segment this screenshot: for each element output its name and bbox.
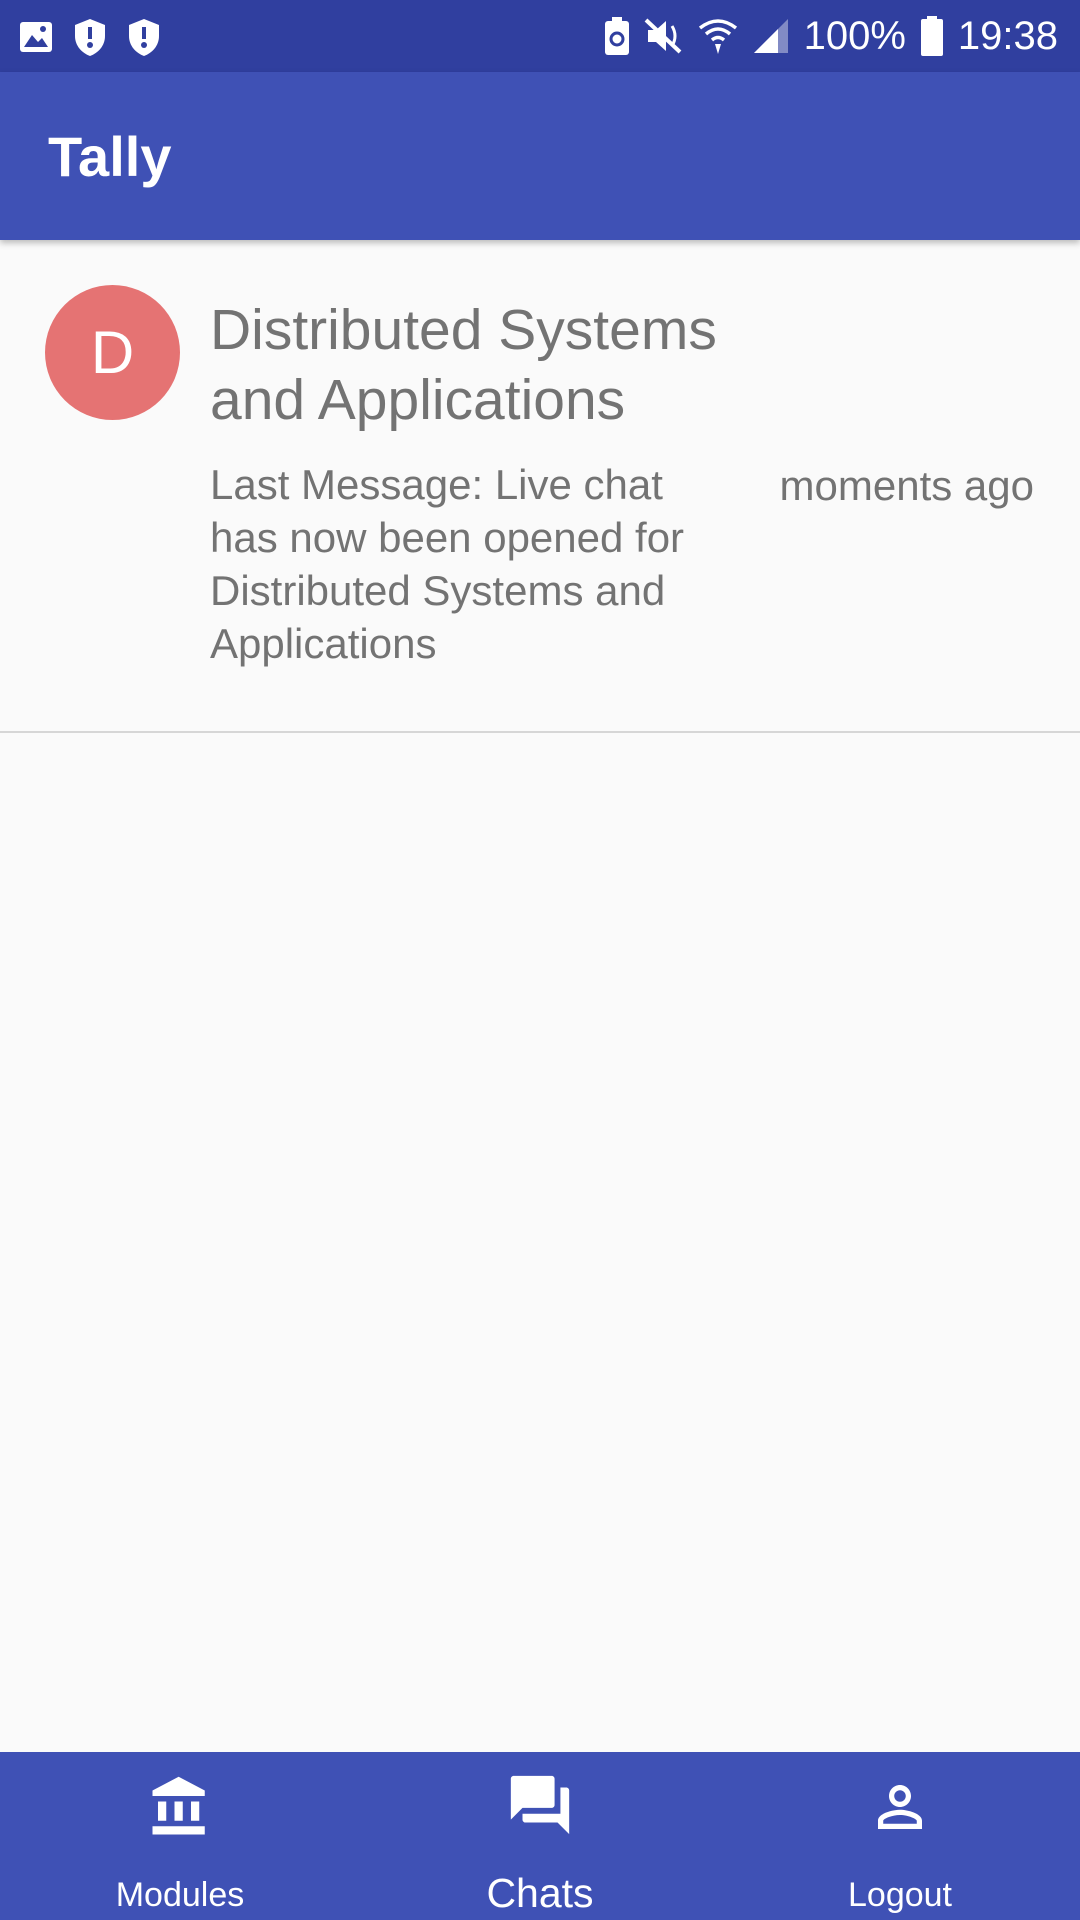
- wifi-icon: [698, 19, 737, 54]
- clock: 19:38: [957, 13, 1058, 58]
- status-left-icons: [18, 17, 162, 57]
- nav-item-chats[interactable]: Chats: [360, 1752, 720, 1920]
- shield-icon: [129, 19, 159, 56]
- avatar-letter: D: [90, 319, 135, 386]
- battery-saver-icon: [604, 17, 629, 55]
- bank-icon: [152, 1776, 205, 1835]
- app-title: Tally: [48, 125, 172, 188]
- status-right-icons: 100% 19:38: [604, 8, 1058, 64]
- mute-icon: [644, 18, 681, 54]
- gallery-icon: [20, 22, 52, 52]
- nav-label-logout: Logout: [848, 1876, 952, 1914]
- battery-icon: [920, 16, 943, 56]
- chat-title: Distributed Systems and Applications: [210, 298, 717, 432]
- nav-label-modules: Modules: [115, 1876, 245, 1914]
- person-icon: [878, 1785, 922, 1829]
- battery-percent: 100%: [803, 13, 906, 58]
- avatar: D: [45, 285, 180, 420]
- signal-icon: [753, 19, 788, 53]
- status-bar: 100% 19:38: [0, 0, 1080, 72]
- app-bar: Tally: [0, 72, 1080, 240]
- nav-label-chats: Chats: [486, 1870, 594, 1916]
- chat-last-message: Last Message: Live chat has now been ope…: [210, 461, 685, 667]
- bottom-navigation: Modules Chats Logout: [0, 1752, 1080, 1920]
- screen: 100% 19:38 Tally D Distributed Systems a…: [0, 0, 1080, 1920]
- forum-icon: [510, 1775, 570, 1835]
- chat-list-item[interactable]: D Distributed Systems and Applications L…: [0, 240, 1080, 733]
- nav-item-logout[interactable]: Logout: [720, 1752, 1080, 1920]
- chat-timestamp: moments ago: [779, 462, 1034, 509]
- nav-item-modules[interactable]: Modules: [0, 1752, 360, 1920]
- shield-icon: [75, 19, 105, 56]
